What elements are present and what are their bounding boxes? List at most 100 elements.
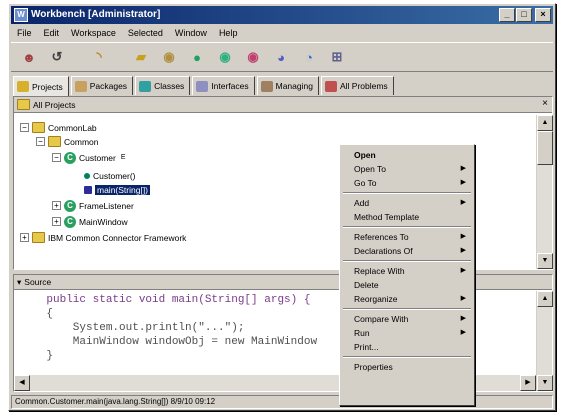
window-controls: _ □ ×	[499, 8, 551, 22]
tree-node-commonlab[interactable]: − CommonLab	[20, 121, 97, 134]
menu-item-go-to[interactable]: Go To ▶	[342, 176, 472, 190]
menu-item-method-template[interactable]: Method Template	[342, 210, 472, 224]
class-icon: C	[64, 151, 76, 164]
tree-node-customer-constructor[interactable]: Customer()	[84, 169, 136, 182]
tree-node-framelistener[interactable]: + C FrameListener	[52, 199, 134, 212]
package-icon[interactable]: ◉	[157, 45, 181, 69]
tab-classes[interactable]: Classes	[135, 76, 191, 95]
tree-node-ibm-connector[interactable]: + IBM Common Connector Framework	[20, 231, 186, 244]
menu-separator	[343, 192, 471, 194]
close-button[interactable]: ×	[535, 8, 551, 22]
menu-window[interactable]: Window	[169, 28, 213, 38]
classes-tab-icon	[139, 80, 152, 92]
browse-icon[interactable]: ◔	[297, 45, 321, 69]
scroll-right-button[interactable]: ▶	[520, 375, 536, 391]
minimize-button[interactable]: _	[499, 8, 515, 22]
menu-separator	[343, 226, 471, 228]
context-menu: Open Open To ▶ Go To ▶ Add ▶ Method Templat…	[339, 144, 475, 406]
collapse-icon[interactable]: −	[36, 137, 45, 146]
tree-node-mainwindow[interactable]: + C MainWindow	[52, 215, 128, 228]
folder-icon	[17, 99, 30, 110]
maximize-button[interactable]: □	[516, 8, 532, 22]
submenu-arrow-icon: ▶	[460, 199, 466, 206]
menu-item-run[interactable]: Run ▶	[342, 326, 472, 340]
menu-item-compare-with[interactable]: Compare With ▶	[342, 312, 472, 326]
expand-icon[interactable]: +	[52, 201, 61, 210]
tree-node-customer[interactable]: − C Customer E	[52, 151, 126, 164]
expand-icon[interactable]: +	[20, 233, 29, 242]
app-icon: W	[14, 8, 28, 22]
menu-item-replace-with[interactable]: Replace With ▶	[342, 264, 472, 278]
menu-separator	[343, 308, 471, 310]
source-vertical-scrollbar[interactable]: ▲ ▼	[536, 291, 553, 391]
tab-interfaces[interactable]: Interfaces	[192, 76, 255, 95]
menu-item-delete[interactable]: Delete	[342, 278, 472, 292]
scroll-thumb[interactable]	[537, 131, 553, 165]
submenu-arrow-icon: ▶	[460, 179, 466, 186]
tab-projects[interactable]: Projects	[13, 76, 69, 96]
menu-edit[interactable]: Edit	[38, 28, 66, 38]
submenu-arrow-icon: ▶	[460, 315, 466, 322]
menu-help[interactable]: Help	[213, 28, 244, 38]
scroll-up-button[interactable]: ▲	[537, 291, 553, 307]
edition-marker: E	[120, 154, 126, 161]
tab-all-problems[interactable]: All Problems	[320, 76, 394, 95]
class-icon[interactable]: ●	[185, 45, 209, 69]
menu-item-open[interactable]: Open	[342, 148, 472, 162]
tab-packages[interactable]: Packages	[70, 76, 134, 95]
projects-tab-icon	[17, 81, 29, 92]
source-pane-title: Source	[24, 277, 52, 287]
menu-item-reorganize[interactable]: Reorganize ▶	[342, 292, 472, 306]
source-toggle-icon[interactable]: ▾	[17, 277, 21, 288]
submenu-arrow-icon: ▶	[460, 247, 466, 254]
collapse-icon[interactable]: −	[20, 123, 29, 132]
submenu-arrow-icon: ▶	[460, 165, 466, 172]
scroll-down-button[interactable]: ▼	[537, 253, 553, 269]
menu-item-add[interactable]: Add ▶	[342, 196, 472, 210]
class-icon: C	[64, 215, 76, 228]
menu-file[interactable]: File	[11, 28, 38, 38]
scroll-down-button[interactable]: ▼	[537, 375, 553, 391]
window-title: Workbench [Administrator]	[31, 9, 161, 20]
tree-node-main-method[interactable]: main(String[])	[84, 183, 151, 196]
menu-selected[interactable]: Selected	[122, 28, 169, 38]
submenu-arrow-icon: ▶	[460, 233, 466, 240]
toolbar: ☻ ↺ ◝ ▰ ◉ ● ◉ ◉ ◕ ◔ ⊞	[11, 42, 553, 72]
tab-managing[interactable]: Managing	[256, 76, 319, 95]
folder-icon	[32, 122, 45, 133]
projects-pane-header: All Projects ×	[14, 97, 552, 113]
constructor-icon	[84, 172, 90, 179]
help-icon[interactable]: ⊞	[325, 45, 349, 69]
submenu-arrow-icon: ▶	[460, 295, 466, 302]
method-icon	[84, 185, 92, 194]
dot-icon[interactable]: ◝	[87, 45, 111, 69]
title-bar[interactable]: W Workbench [Administrator] _ □ ×	[11, 6, 553, 24]
menu-separator	[343, 260, 471, 262]
projects-pane-title: All Projects	[33, 99, 76, 110]
problems-tab-icon	[324, 80, 337, 92]
menu-item-print[interactable]: Print...	[342, 340, 472, 354]
menu-workspace[interactable]: Workspace	[65, 28, 122, 38]
person-icon[interactable]: ☻	[17, 45, 41, 69]
pane-close-icon[interactable]: ×	[542, 98, 548, 109]
menu-item-references-to[interactable]: References To ▶	[342, 230, 472, 244]
folder-icon	[32, 232, 45, 243]
menu-item-open-to[interactable]: Open To ▶	[342, 162, 472, 176]
scroll-left-button[interactable]: ◀	[14, 375, 30, 391]
method-icon[interactable]: ◉	[213, 45, 237, 69]
tree-node-common[interactable]: − Common	[36, 135, 98, 148]
class-icon: C	[64, 199, 76, 212]
history-icon[interactable]: ↺	[45, 45, 69, 69]
debug-icon[interactable]: ◕	[269, 45, 293, 69]
menu-item-properties[interactable]: Properties	[342, 360, 472, 374]
projects-vertical-scrollbar[interactable]: ▲ ▼	[536, 115, 553, 269]
packages-tab-icon	[74, 80, 87, 92]
collapse-icon[interactable]: −	[52, 153, 61, 162]
expand-icon[interactable]: +	[52, 217, 61, 226]
run-icon[interactable]: ◉	[241, 45, 265, 69]
scroll-up-button[interactable]: ▲	[537, 115, 553, 131]
interfaces-tab-icon	[196, 80, 209, 92]
submenu-arrow-icon: ▶	[460, 267, 466, 274]
menu-item-declarations-of[interactable]: Declarations Of ▶	[342, 244, 472, 258]
folder-icon[interactable]: ▰	[129, 45, 153, 69]
